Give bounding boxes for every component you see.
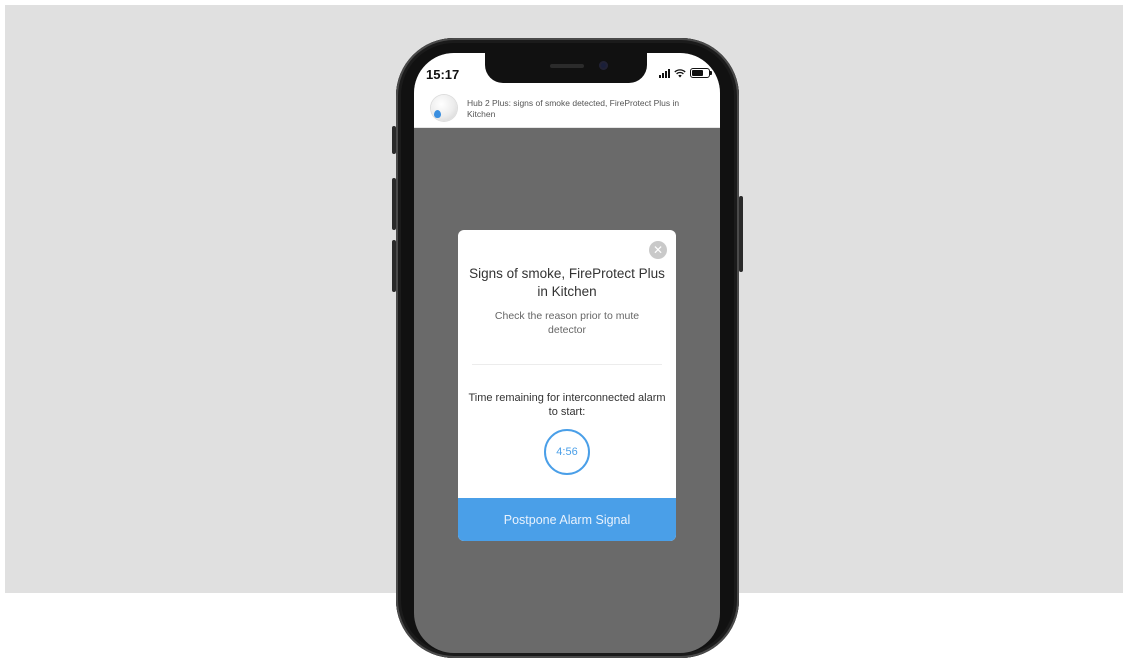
battery-icon: [690, 68, 712, 78]
countdown-timer: 4:56: [544, 429, 590, 475]
dialog-title: Signs of smoke, FireProtect Plus in Kitc…: [469, 266, 665, 299]
cellular-signal-icon: [659, 68, 670, 78]
notch: [485, 53, 647, 83]
volume-up-button: [392, 178, 396, 230]
alert-drop-icon: [434, 110, 441, 118]
wifi-icon: [674, 68, 686, 77]
alarm-dialog: ✕ Signs of smoke, FireProtect Plus in Ki…: [458, 230, 676, 541]
status-icons: [659, 68, 712, 78]
mute-switch: [392, 126, 396, 154]
speaker-grille: [550, 64, 584, 68]
close-icon[interactable]: ✕: [649, 241, 667, 259]
front-camera-icon: [599, 61, 608, 70]
status-bar: 15:17: [414, 53, 720, 89]
smoke-detector-icon: [431, 95, 457, 121]
timer-label: Time remaining for interconnected alarm …: [468, 392, 666, 418]
notification-text: Hub 2 Plus: signs of smoke detected, Fir…: [467, 98, 680, 119]
power-button: [739, 196, 743, 272]
volume-down-button: [392, 240, 396, 292]
status-time: 15:17: [426, 67, 460, 82]
dialog-subtitle: Check the reason prior to mute detector: [494, 310, 640, 336]
divider: [472, 364, 662, 365]
postpone-alarm-button[interactable]: Postpone Alarm Signal: [458, 498, 676, 541]
push-notification[interactable]: Hub 2 Plus: signs of smoke detected, Fir…: [414, 89, 720, 128]
